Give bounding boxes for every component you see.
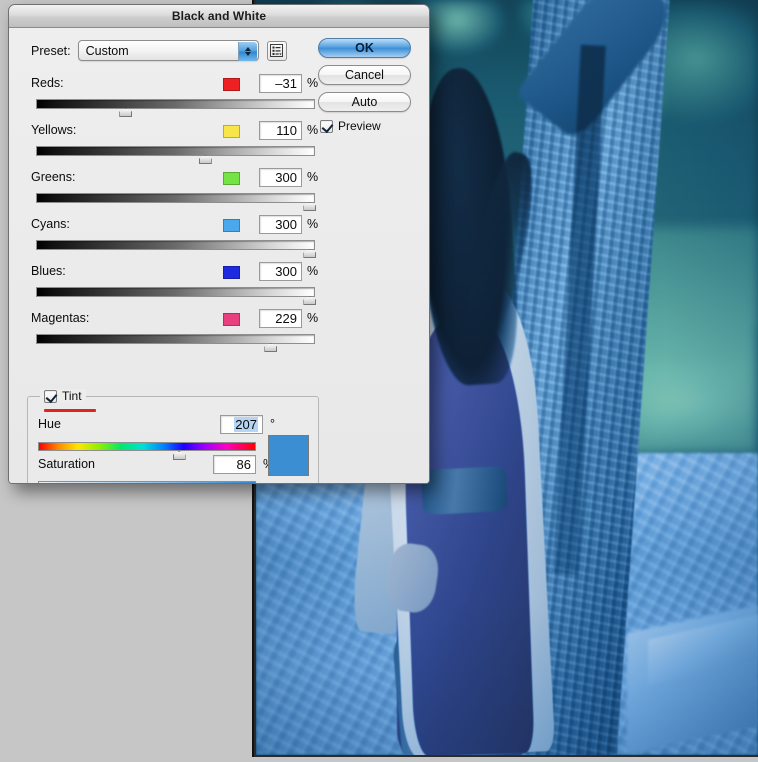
channel-label-greens: Greens:: [31, 170, 75, 184]
tint-checkbox-row[interactable]: Tint: [40, 389, 86, 403]
preset-menu-button[interactable]: [267, 41, 287, 61]
channel-thumb-greens[interactable]: [303, 202, 316, 211]
hue-input[interactable]: 207: [220, 415, 263, 434]
preset-label: Preset:: [31, 44, 71, 58]
channel-track-magentas[interactable]: [36, 334, 315, 344]
channel-row-magentas: Magentas: 229%: [9, 309, 429, 356]
channel-unit-reds: %: [307, 76, 318, 90]
preset-menu-icon: [270, 44, 283, 57]
channel-swatch-cyans: [223, 219, 240, 232]
channel-sliders: Reds: –31% Yellows: 110% Greens: 300% Cyans: 30…: [9, 74, 429, 356]
chevron-up-icon: [245, 47, 251, 51]
channel-input-yellows[interactable]: 110: [259, 121, 302, 140]
ok-button[interactable]: OK: [318, 38, 411, 58]
channel-swatch-yellows: [223, 125, 240, 138]
channel-row-yellows: Yellows: 110%: [9, 121, 429, 168]
channel-swatch-greens: [223, 172, 240, 185]
channel-thumb-yellows[interactable]: [199, 155, 212, 164]
channel-thumb-cyans[interactable]: [303, 249, 316, 258]
hue-label: Hue: [38, 417, 61, 431]
channel-row-reds: Reds: –31%: [9, 74, 429, 121]
saturation-input[interactable]: 86: [213, 455, 256, 474]
channel-unit-magentas: %: [307, 311, 318, 325]
channel-track-blues[interactable]: [36, 287, 315, 297]
channel-label-cyans: Cyans:: [31, 217, 70, 231]
channel-unit-greens: %: [307, 170, 318, 184]
dialog-title: Black and White: [172, 9, 266, 23]
channel-track-yellows[interactable]: [36, 146, 315, 156]
channel-label-magentas: Magentas:: [31, 311, 89, 325]
tint-label: Tint: [62, 389, 82, 403]
dialog-titlebar[interactable]: Black and White: [9, 5, 429, 28]
channel-input-greens[interactable]: 300: [259, 168, 302, 187]
channel-unit-yellows: %: [307, 123, 318, 137]
channel-unit-blues: %: [307, 264, 318, 278]
channel-row-greens: Greens: 300%: [9, 168, 429, 215]
saturation-slider-track[interactable]: [38, 481, 256, 484]
channel-thumb-reds[interactable]: [119, 108, 132, 117]
channel-row-blues: Blues: 300%: [9, 262, 429, 309]
channel-swatch-magentas: [223, 313, 240, 326]
preset-selected-value: Custom: [79, 44, 129, 58]
hue-slider-thumb[interactable]: [173, 451, 186, 460]
chevron-down-icon: [245, 52, 251, 56]
channel-swatch-blues: [223, 266, 240, 279]
channel-row-cyans: Cyans: 300%: [9, 215, 429, 262]
tint-result-swatch[interactable]: [268, 435, 309, 476]
tint-group: Tint Hue 207 ° Saturation 86 %: [27, 396, 319, 484]
black-and-white-dialog[interactable]: Black and White Preset: Custom OK Cancel…: [8, 4, 430, 484]
dialog-body: Preset: Custom OK Cancel Auto Preview Re…: [9, 28, 429, 484]
hue-unit: °: [270, 417, 275, 431]
saturation-value: 86: [237, 457, 251, 472]
channel-thumb-magentas[interactable]: [264, 343, 277, 352]
channel-input-cyans[interactable]: 300: [259, 215, 302, 234]
hue-value: 207: [234, 417, 258, 432]
channel-label-blues: Blues:: [31, 264, 66, 278]
hue-slider-track[interactable]: [38, 442, 256, 451]
channel-label-reds: Reds:: [31, 76, 64, 90]
channel-thumb-blues[interactable]: [303, 296, 316, 305]
tint-checkbox[interactable]: [44, 390, 57, 403]
channel-input-blues[interactable]: 300: [259, 262, 302, 281]
channel-input-magentas[interactable]: 229: [259, 309, 302, 328]
channel-label-yellows: Yellows:: [31, 123, 76, 137]
channel-swatch-reds: [223, 78, 240, 91]
preset-select[interactable]: Custom: [78, 40, 259, 61]
stepper-updown-icon[interactable]: [238, 42, 257, 61]
channel-track-reds[interactable]: [36, 99, 315, 109]
channel-unit-cyans: %: [307, 217, 318, 231]
channel-track-cyans[interactable]: [36, 240, 315, 250]
tint-annotation-underline: [44, 409, 96, 412]
saturation-label: Saturation: [38, 457, 95, 471]
channel-track-greens[interactable]: [36, 193, 315, 203]
channel-input-reds[interactable]: –31: [259, 74, 302, 93]
preset-row: Preset: Custom: [31, 40, 287, 61]
